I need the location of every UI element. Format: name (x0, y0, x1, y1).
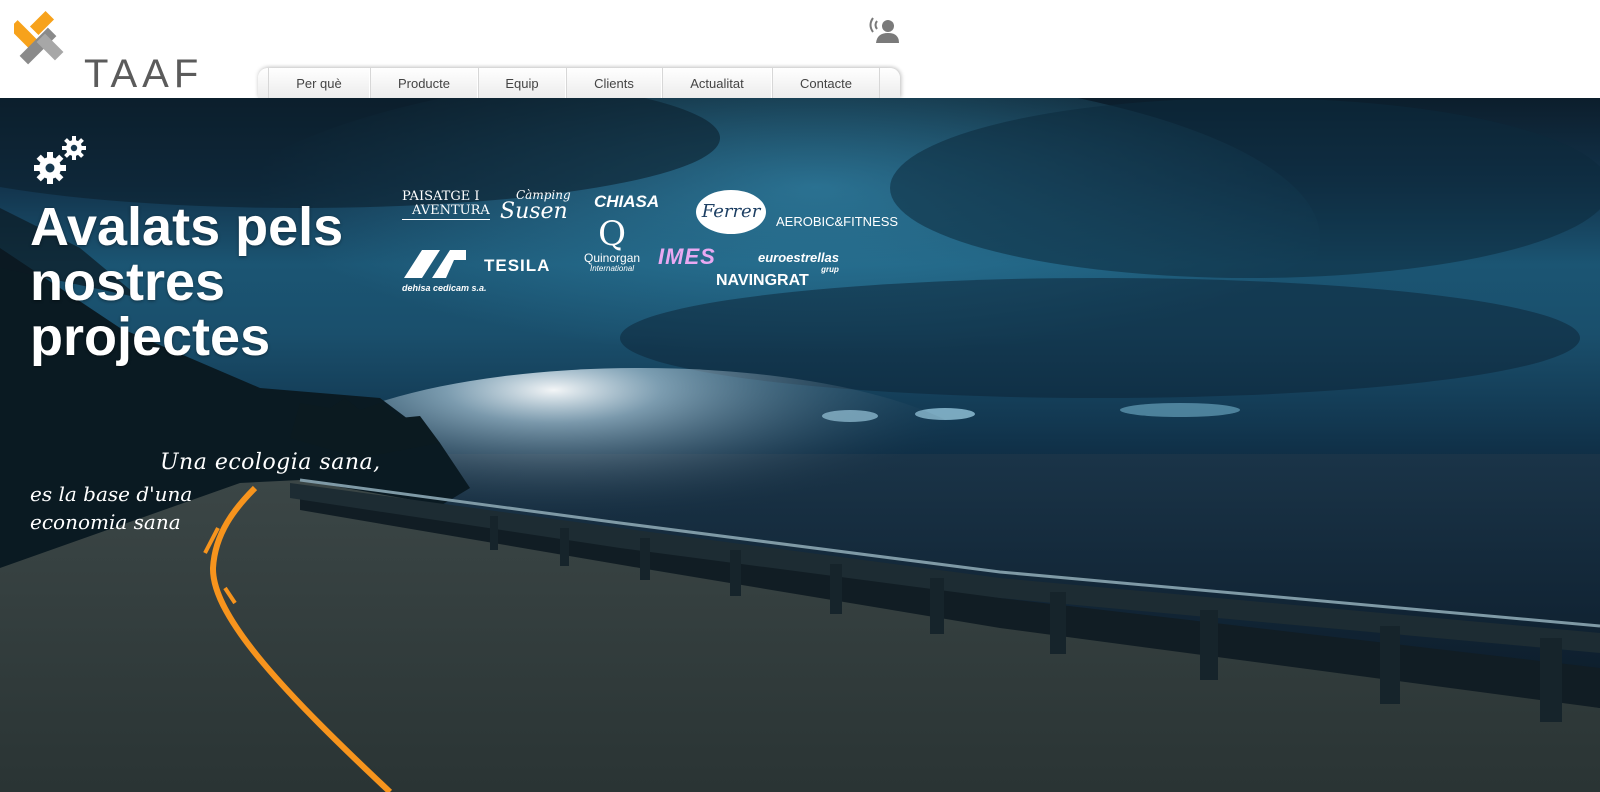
client-logo-imes: IMES (658, 244, 716, 269)
taaf-logo-mark (9, 10, 64, 65)
site-header: TAAF Per què Producte Equip Clients Actu… (0, 0, 1600, 98)
client-logo-ferrer: Ferrer (696, 190, 766, 234)
gears-icon (34, 134, 90, 186)
client-logo-paisatge: PAISATGE I AVENTURA (402, 189, 490, 220)
logo-wordmark: TAAF (84, 52, 204, 96)
slogan-line-1: Una ecologia sana, (160, 450, 381, 475)
hero-title: Avalats pels nostres projectes (30, 197, 344, 367)
client-logo-aerobic-fitness: AEROBIC&FITNESS (776, 214, 899, 229)
taaf-logo[interactable]: TAAF (9, 10, 214, 94)
nav-item-contacte[interactable]: Contacte (772, 68, 880, 98)
nav-item-per-que[interactable]: Per què (268, 68, 370, 98)
hero-banner: Avalats pels nostres projectes Una ecolo… (0, 98, 1600, 792)
main-nav: Per què Producte Equip Clients Actualita… (258, 68, 900, 98)
nav-item-actualitat[interactable]: Actualitat (662, 68, 772, 98)
client-logo-tesila: TESILA (484, 256, 551, 275)
client-logos: PAISATGE I AVENTURA Càmping Susen CHIASA… (400, 188, 910, 298)
slogan-line-2: es la base d'una economia sana (30, 482, 193, 534)
contact-signal-icon[interactable] (866, 12, 900, 46)
client-logo-euroestrellas: euroestrellas grup (758, 250, 839, 274)
nav-item-clients[interactable]: Clients (566, 68, 662, 98)
client-logo-camping-susen: Càmping Susen (500, 188, 571, 224)
client-logo-dehisa: dehisa cedicam s.a. (402, 248, 487, 293)
client-logo-quinorgan: Q Quinorgan International (584, 214, 641, 273)
nav-item-equip[interactable]: Equip (478, 68, 566, 98)
client-logo-navingrat: NAVINGRAT (716, 272, 809, 289)
dehisa-mark (404, 250, 466, 278)
nav-item-producte[interactable]: Producte (370, 68, 478, 98)
client-logo-chiasa: CHIASA (594, 192, 660, 211)
